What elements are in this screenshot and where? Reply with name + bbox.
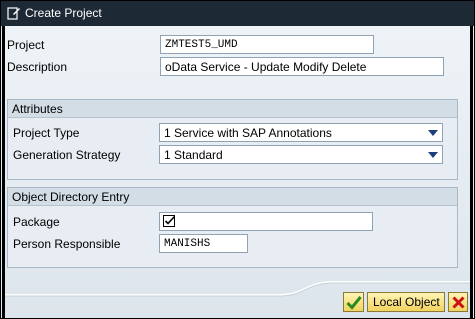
generation-strategy-label: Generation Strategy [13, 148, 121, 162]
dialog-title: Create Project [25, 6, 102, 20]
attributes-group: Attributes Project Type 1 Service with S… [7, 99, 458, 180]
cancel-x-icon [452, 296, 465, 309]
checkmark-icon [346, 296, 362, 310]
create-project-dialog: Create Project Project ZMTEST5_UMD Descr… [0, 0, 475, 319]
description-input[interactable]: oData Service - Update Modify Delete [160, 57, 444, 76]
description-label: Description [7, 60, 68, 74]
package-label: Package [13, 215, 60, 229]
confirm-button[interactable] [343, 292, 364, 312]
object-directory-group: Object Directory Entry Package Person Re… [7, 187, 458, 268]
chevron-down-icon[interactable] [428, 152, 438, 158]
dialog-content: Project ZMTEST5_UMD Description oData Se… [2, 26, 473, 318]
title-bar: Create Project [1, 1, 474, 26]
attributes-group-header: Attributes [8, 100, 457, 118]
checkbox-checked-icon[interactable] [163, 215, 176, 228]
edit-document-icon [7, 7, 20, 20]
object-directory-group-header: Object Directory Entry [8, 188, 457, 206]
project-type-label: Project Type [13, 126, 80, 140]
project-type-dropdown[interactable]: 1 Service with SAP Annotations [159, 123, 443, 142]
generation-strategy-value: 1 Standard [164, 148, 223, 162]
package-input[interactable] [159, 212, 373, 231]
object-directory-group-title: Object Directory Entry [12, 190, 130, 204]
cancel-button[interactable] [448, 292, 468, 312]
person-responsible-label: Person Responsible [13, 237, 121, 251]
chevron-down-icon[interactable] [428, 130, 438, 136]
project-label: Project [7, 38, 45, 52]
attributes-group-title: Attributes [12, 102, 63, 116]
local-object-button[interactable]: Local Object [367, 292, 445, 312]
local-object-label: Local Object [373, 295, 440, 309]
person-responsible-input[interactable]: MANISHS [159, 234, 248, 253]
project-type-value: 1 Service with SAP Annotations [164, 126, 332, 140]
project-input[interactable]: ZMTEST5_UMD [160, 35, 374, 54]
generation-strategy-dropdown[interactable]: 1 Standard [159, 145, 443, 164]
